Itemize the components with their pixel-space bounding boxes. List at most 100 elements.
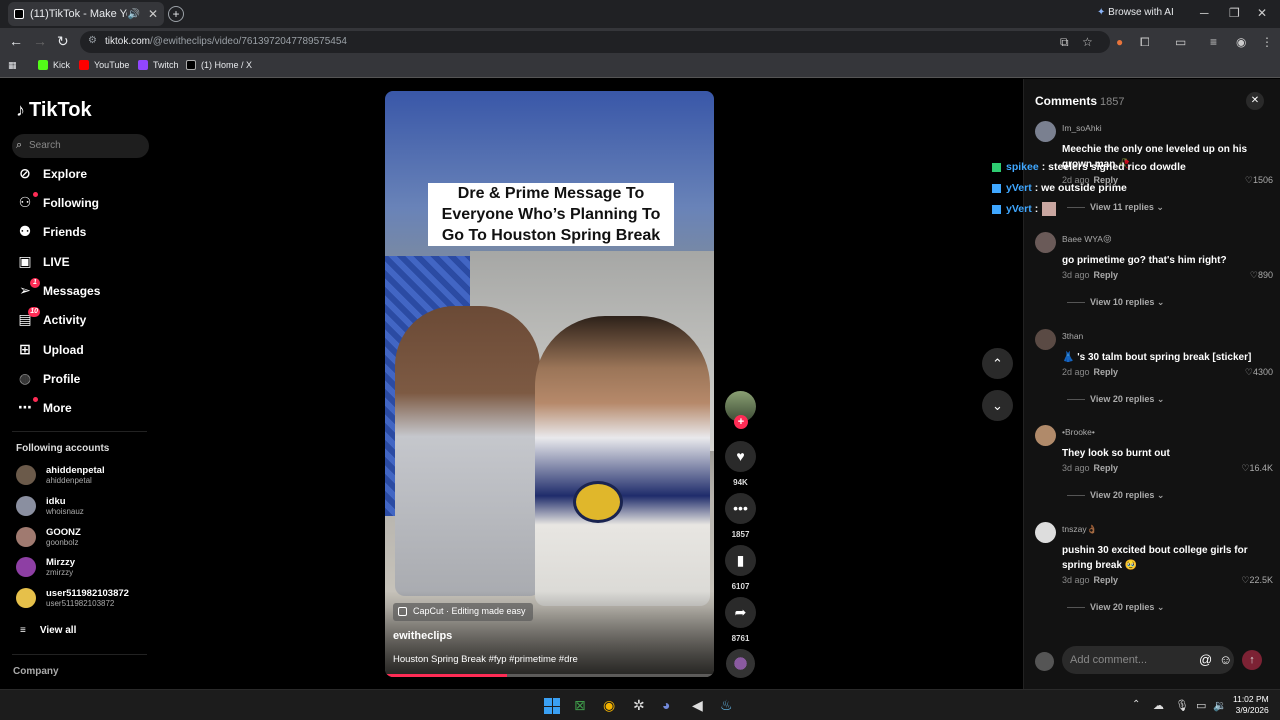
browser-tab[interactable]: (11)TikTok - Make Your Day 🔊 ✕ [8, 2, 164, 26]
chatgpt-icon[interactable]: ✲ [633, 697, 645, 714]
emoji-icon[interactable]: ☺ [1219, 652, 1232, 667]
nav-activity[interactable]: ▤ 10 Activity [16, 307, 86, 328]
video-username[interactable]: ewitheclips [393, 630, 452, 642]
bookmark-kick[interactable]: Kick [38, 60, 70, 70]
reload-icon[interactable]: ↻ [57, 33, 69, 50]
bookmark-star-icon[interactable]: ☆ [1082, 35, 1093, 49]
tab-close-button[interactable]: ✕ [148, 7, 158, 21]
view-replies-button[interactable]: View 20 replies ⌄ [1067, 602, 1164, 613]
avatar[interactable] [1035, 232, 1056, 253]
view-replies-button[interactable]: View 11 replies ⌄ [1067, 202, 1164, 213]
view-replies-button[interactable]: View 20 replies ⌄ [1067, 490, 1164, 501]
speaker-icon[interactable]: 🔊 [127, 9, 139, 20]
apps-grid-icon[interactable]: ▦ [8, 60, 17, 71]
system-clock[interactable]: 11:02 PM 3/9/2026 [1233, 694, 1269, 716]
video-progress-bar[interactable] [385, 674, 714, 677]
comment-username[interactable]: 3than [1062, 331, 1083, 341]
back-icon[interactable]: ← [9, 33, 23, 49]
bookmark-x[interactable]: (1) Home / X [186, 60, 252, 70]
mention-icon[interactable]: @ [1199, 652, 1212, 667]
restore-icon[interactable]: ❐ [1229, 6, 1240, 20]
account-item[interactable]: GOONZ goonbolz [16, 527, 81, 547]
comment-username[interactable]: Baee WYA😝 [1062, 234, 1112, 245]
nav-profile[interactable]: ◍ Profile [16, 370, 80, 387]
avatar[interactable] [1035, 121, 1056, 142]
discord-icon[interactable]: ◕ [662, 697, 670, 713]
microphone-icon[interactable]: 🎙 [1175, 699, 1189, 712]
nav-live[interactable]: ▣ LIVE [16, 253, 69, 270]
comment-like-button[interactable]: ♡4300 [1245, 367, 1273, 378]
like-button[interactable]: ♥ 94K [725, 441, 756, 487]
sidebar-panel-icon[interactable]: ▭ [1175, 35, 1186, 49]
reply-button[interactable]: Reply [1094, 270, 1119, 280]
comment-username[interactable]: Im_soAhki [1062, 123, 1102, 133]
comment-username[interactable]: •Brooke• [1062, 427, 1095, 437]
install-app-icon[interactable]: ⧉ [1060, 35, 1069, 50]
xbox-app-icon[interactable]: ⊠ [574, 697, 586, 714]
account-handle: ahiddenpetal [46, 476, 92, 485]
comment-like-button[interactable]: ♡22.5K [1241, 575, 1273, 586]
view-replies-button[interactable]: View 20 replies ⌄ [1067, 394, 1164, 405]
reading-list-icon[interactable]: ≡ [1210, 35, 1217, 49]
nav-more[interactable]: ⋯ More [16, 397, 72, 416]
account-item[interactable]: ahiddenpetal ahiddenpetal [16, 465, 105, 485]
avatar[interactable] [1035, 329, 1056, 350]
site-info-icon[interactable]: ⚙ [88, 35, 97, 46]
extensions-puzzle-icon[interactable]: ⧠ [1140, 35, 1150, 50]
bookmark-youtube[interactable]: YouTube [79, 60, 129, 70]
next-video-button[interactable]: ⌄ [982, 390, 1013, 421]
reply-button[interactable]: Reply [1094, 367, 1119, 377]
video-description[interactable]: Houston Spring Break #fyp #primetime #dr… [393, 654, 578, 665]
add-comment-input[interactable]: Add comment... @ ☺ [1062, 646, 1234, 674]
company-link[interactable]: Company [13, 666, 59, 677]
tiktok-logo[interactable]: ♪ TikTok [16, 99, 92, 122]
nav-messages[interactable]: ➢ 1 Messages [16, 278, 100, 299]
nav-upload[interactable]: ⊞ Upload [16, 341, 84, 358]
browse-with-ai-button[interactable]: ✦ Browse with AI [1097, 7, 1174, 18]
account-item[interactable]: Mirzzy zmirzzy [16, 557, 75, 577]
reply-button[interactable]: Reply [1094, 575, 1119, 585]
comment-like-button[interactable]: ♡16.4K [1241, 463, 1273, 474]
comment-like-button[interactable]: ♡1506 [1245, 175, 1273, 186]
capcut-anchor[interactable]: CapCut · Editing made easy [393, 603, 533, 621]
nav-friends[interactable]: ⚉ Friends [16, 223, 87, 240]
account-item[interactable]: idku whoisnauz [16, 496, 84, 516]
account-item[interactable]: user511982103872 user511982103872 [16, 588, 129, 608]
previous-video-button[interactable]: ⌃ [982, 348, 1013, 379]
view-replies-button[interactable]: View 10 replies ⌄ [1067, 297, 1164, 308]
menu-dots-icon[interactable]: ⋮ [1261, 35, 1273, 49]
avatar[interactable] [1035, 522, 1056, 543]
cloud-icon[interactable]: ☁ [1153, 699, 1164, 712]
nav-following[interactable]: ⚇ Following [16, 192, 99, 211]
share-button[interactable]: ➦ 8761 [725, 597, 756, 643]
windows-start-icon[interactable] [544, 698, 560, 714]
new-tab-button[interactable]: + [168, 6, 184, 22]
follow-plus-button[interactable]: + [734, 415, 748, 429]
video-player[interactable]: Dre & Prime Message To Everyone Who’s Pl… [385, 91, 714, 677]
reply-button[interactable]: Reply [1094, 463, 1119, 473]
save-button[interactable]: ▮ 6107 [725, 545, 756, 591]
steam-icon[interactable]: ♨ [720, 697, 733, 714]
nav-explore[interactable]: ⊘ Explore [16, 165, 87, 182]
comment-username[interactable]: tnszay👌🏾 [1062, 524, 1097, 535]
address-bar[interactable]: ⚙ tiktok.com/@ewitheclips/video/76139720… [80, 31, 1110, 53]
comment-like-button[interactable]: ♡890 [1250, 270, 1273, 281]
extension-fox-icon[interactable]: ● [1116, 35, 1123, 49]
volume-icon[interactable]: 🔉 [1213, 699, 1227, 712]
comment-button[interactable]: ••• 1857 [725, 493, 756, 539]
bookmark-twitch[interactable]: Twitch [138, 60, 179, 70]
display-icon[interactable]: ▭ [1196, 699, 1206, 712]
search-input[interactable]: ⌕ Search [12, 134, 149, 158]
avatar[interactable] [1035, 425, 1056, 446]
window-close-icon[interactable]: ✕ [1257, 6, 1267, 20]
view-all-button[interactable]: ≡ View all [20, 625, 76, 636]
close-comments-button[interactable]: ✕ [1246, 92, 1264, 110]
sound-disc-icon[interactable] [726, 649, 755, 678]
profile-avatar-icon[interactable]: ◉ [1236, 35, 1246, 49]
post-comment-button[interactable]: ↑ [1242, 650, 1262, 670]
forward-icon[interactable]: → [33, 33, 47, 49]
app-icon[interactable]: ◀ [692, 697, 703, 714]
minimize-icon[interactable]: ─ [1200, 6, 1209, 20]
tray-chevron-icon[interactable]: ⌃ [1132, 699, 1140, 710]
chrome-icon[interactable]: ◉ [603, 697, 615, 714]
